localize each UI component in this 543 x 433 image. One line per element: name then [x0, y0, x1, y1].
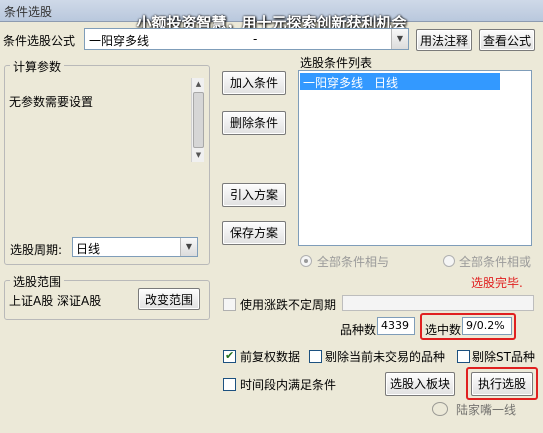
params-group-title: 计算参数	[10, 58, 65, 75]
exclude-untraded-checkbox[interactable]	[309, 350, 322, 363]
count-field: 4339	[377, 317, 415, 335]
time-range-label: 时间段内满足条件	[240, 378, 337, 392]
status-text: 选股完毕.	[471, 276, 523, 290]
forward-adjust-checkbox[interactable]	[223, 349, 236, 363]
exclude-untraded-label: 剔除当前未交易的品种	[325, 350, 446, 364]
variable-period-input[interactable]	[342, 295, 534, 311]
conditions-list[interactable]: 一阳穿多线 日线	[298, 70, 532, 246]
range-group-title: 选股范围	[10, 273, 65, 290]
scroll-thumb[interactable]	[193, 92, 204, 148]
formula-label: 条件选股公式	[3, 34, 76, 48]
delete-condition-button[interactable]: 删除条件	[222, 111, 286, 135]
wechat-icon	[432, 402, 448, 416]
selected-label: 选中数	[425, 323, 462, 337]
selected-value: 9/0.2%	[466, 319, 505, 332]
conditions-title: 选股条件列表	[300, 56, 373, 70]
count-value: 4339	[381, 319, 409, 332]
period-select[interactable]: 日线 ▼	[72, 237, 198, 257]
time-range-checkbox[interactable]	[223, 378, 236, 391]
scroll-down-icon[interactable]: ▼	[193, 150, 204, 161]
view-formula-button[interactable]: 查看公式	[479, 29, 535, 51]
range-text: 上证A股 深证A股	[9, 294, 102, 308]
condition-period: 日线	[374, 76, 399, 90]
select-to-block-button[interactable]: 选股入板块	[385, 372, 455, 396]
import-scheme-button[interactable]: 引入方案	[222, 183, 286, 207]
period-label: 选股周期:	[10, 243, 63, 257]
chevron-down-icon[interactable]: ▼	[180, 238, 197, 256]
change-range-button[interactable]: 改变范围	[138, 288, 200, 310]
exclude-st-label: 剔除ST品种	[472, 350, 535, 364]
count-label: 品种数	[340, 323, 377, 337]
execute-button[interactable]: 执行选股	[471, 372, 533, 396]
chevron-down-icon[interactable]: ▼	[391, 29, 408, 49]
formula-select[interactable]: 一阳穿多线 - ▼	[84, 28, 409, 50]
selected-field: 9/0.2%	[462, 317, 512, 335]
params-scrollbar[interactable]: ▲ ▼	[191, 78, 204, 162]
exclude-st-checkbox[interactable]	[457, 350, 470, 363]
save-scheme-button[interactable]: 保存方案	[222, 221, 286, 245]
params-text: 无参数需要设置	[9, 95, 94, 109]
add-condition-button[interactable]: 加入条件	[222, 71, 286, 95]
period-select-value: 日线	[76, 242, 101, 256]
forward-adjust-label: 前复权数据	[240, 350, 301, 364]
list-item[interactable]: 一阳穿多线 日线	[300, 73, 500, 90]
radio-all-or[interactable]	[443, 255, 455, 267]
formula-select-value: 一阳穿多线	[89, 34, 150, 48]
watermark-text: 陆家嘴一线	[456, 403, 517, 417]
radio-all-and-label: 全部条件相与	[317, 255, 390, 269]
radio-all-and[interactable]	[300, 255, 312, 267]
scroll-up-icon[interactable]: ▲	[193, 79, 204, 90]
variable-period-label: 使用涨跌不定周期	[240, 298, 337, 312]
variable-period-checkbox[interactable]	[223, 298, 236, 311]
radio-all-or-label: 全部条件相或	[459, 255, 532, 269]
condition-name: 一阳穿多线	[303, 76, 364, 90]
usage-notes-button[interactable]: 用法注释	[416, 29, 472, 51]
formula-select-suffix: -	[253, 32, 258, 46]
